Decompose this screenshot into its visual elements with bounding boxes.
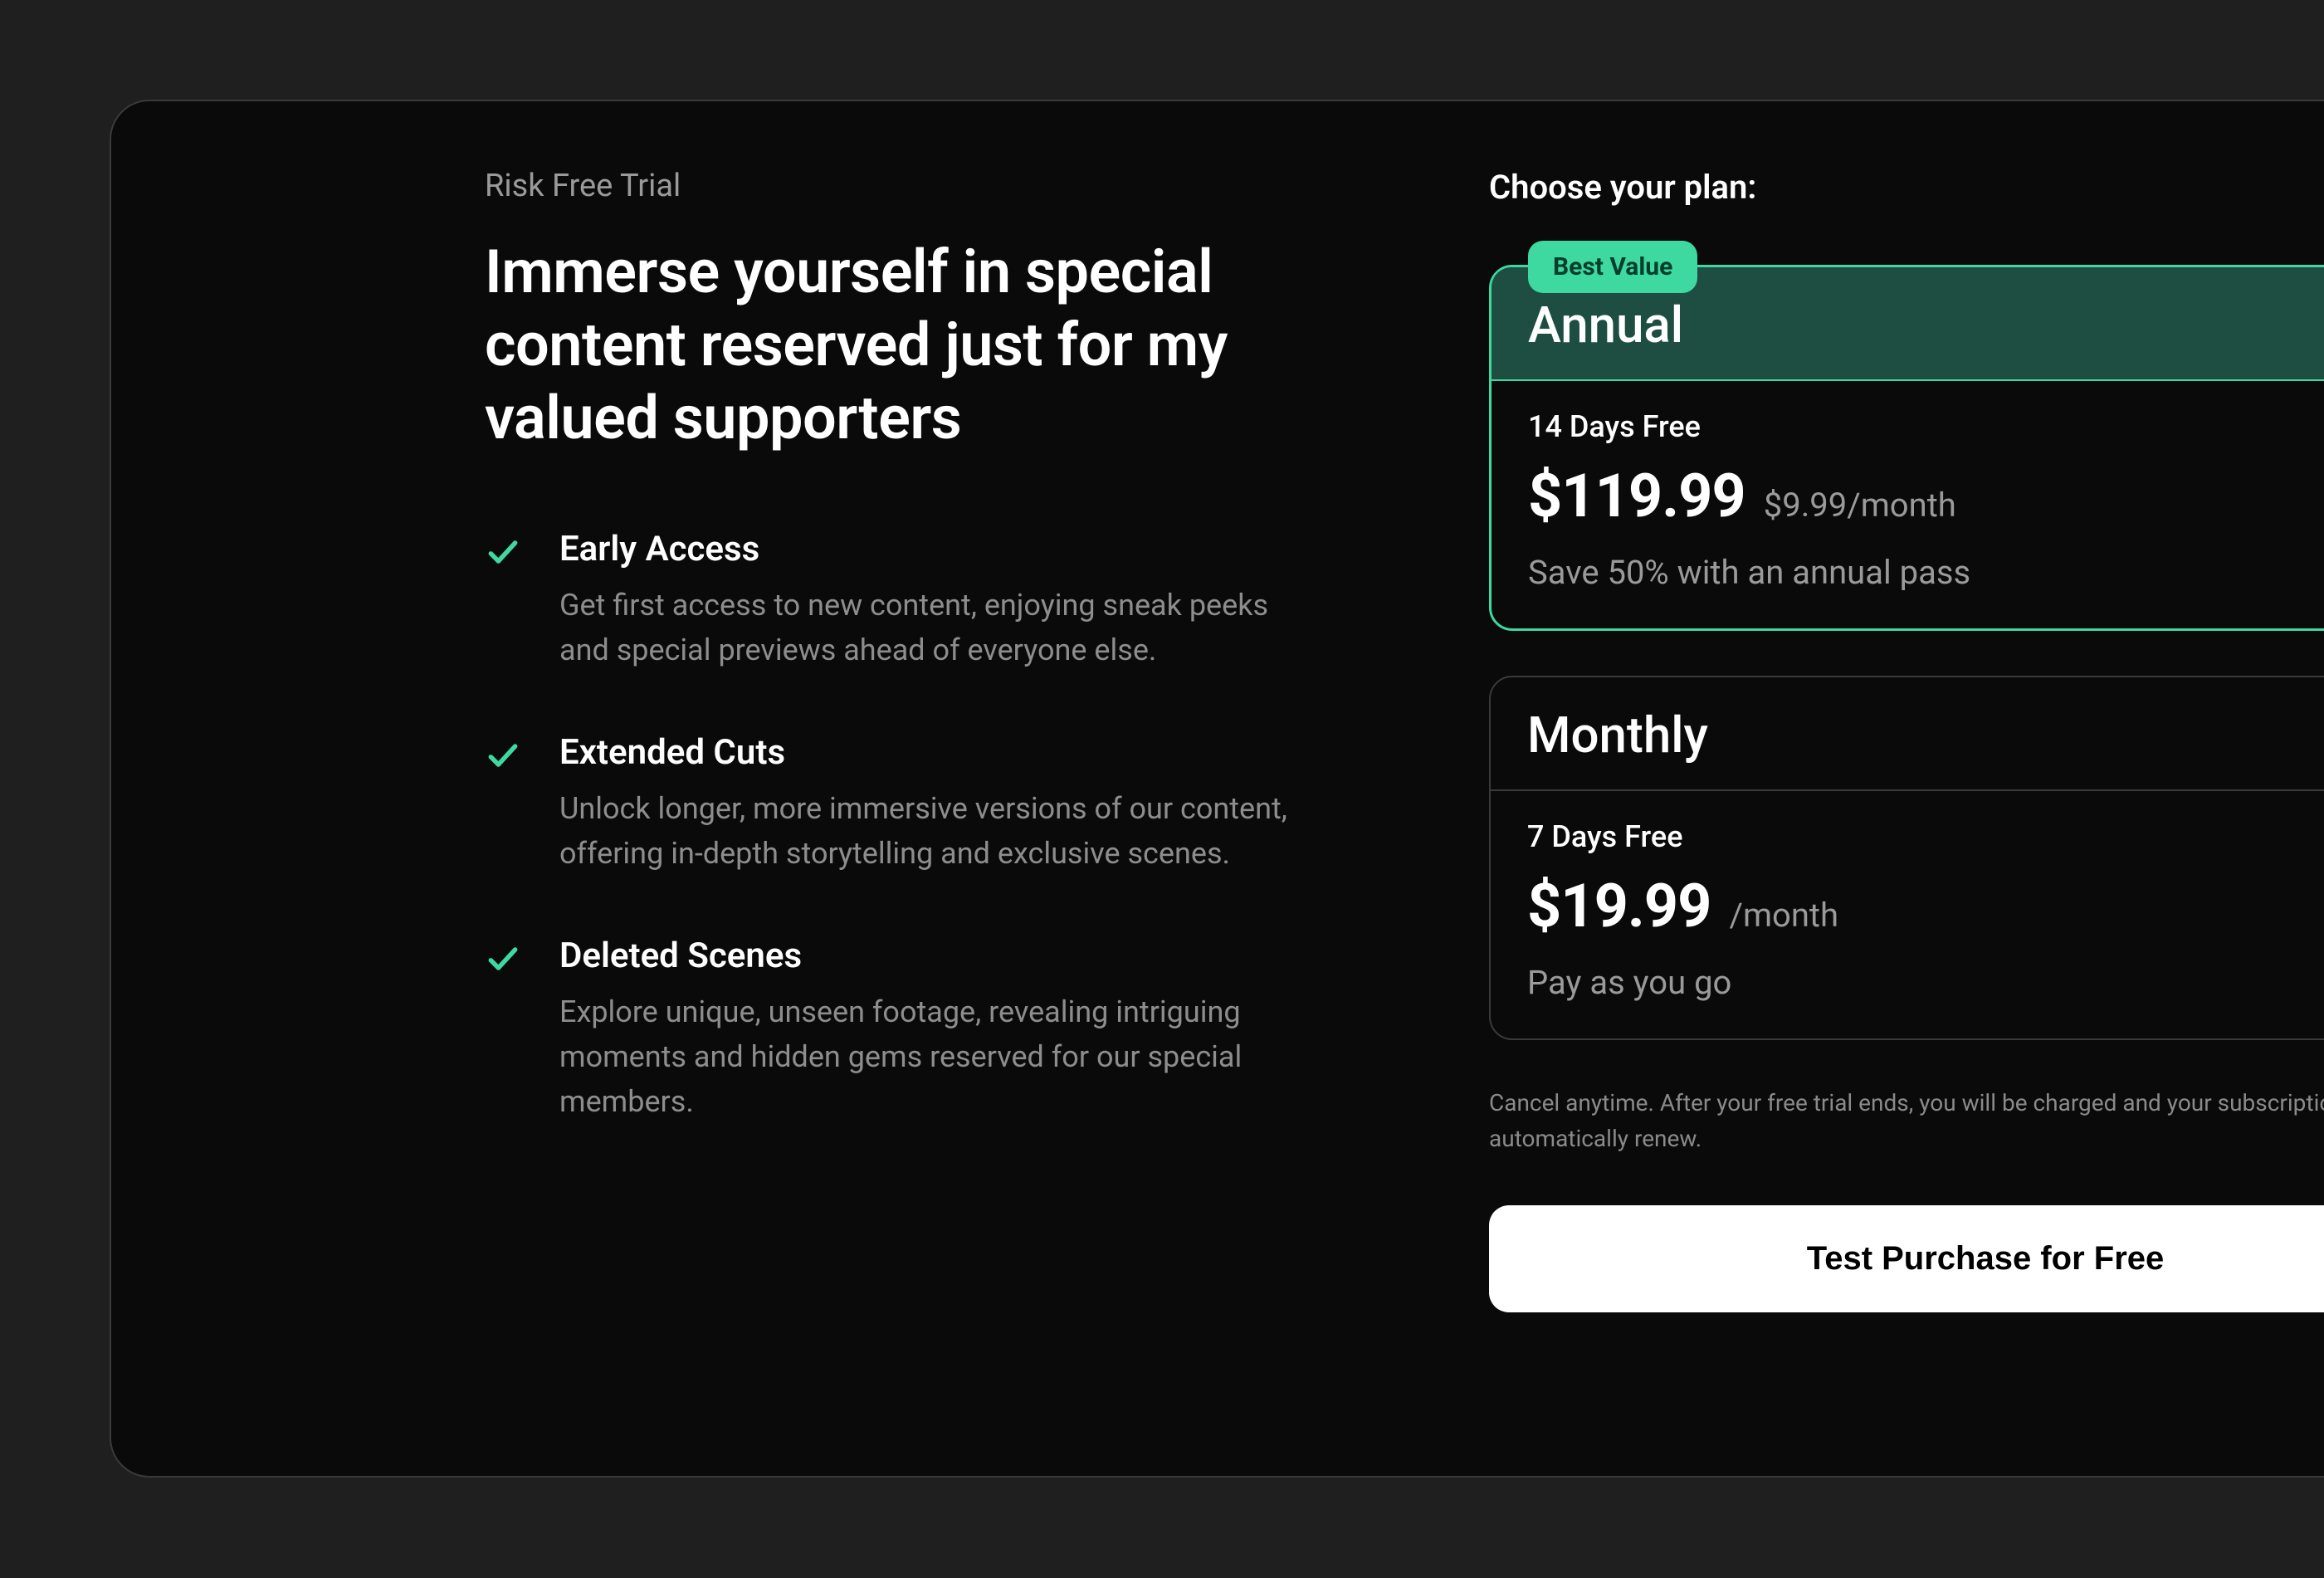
plan-note: Pay as you go (1527, 963, 2324, 1002)
plan-per: $9.99/month (1764, 486, 1956, 525)
plan-price: $119.99 (1528, 461, 1745, 531)
plan-header: Monthly (1491, 677, 2324, 791)
kicker-text: Risk Free Trial (485, 168, 1389, 204)
plan-column: Choose your plan: Best Value Annual 14 D… (1489, 168, 2324, 1409)
disclaimer-text: Cancel anytime. After your free trial en… (1489, 1085, 2324, 1157)
plan-body: 7 Days Free $19.99 /month Pay as you go (1491, 791, 2324, 1038)
feature-list: Early Access Get first access to new con… (485, 529, 1389, 1124)
feature-item: Early Access Get first access to new con… (485, 529, 1389, 672)
choose-plan-label: Choose your plan: (1489, 168, 2324, 207)
plan-option-monthly[interactable]: Monthly 7 Days Free $19.99 /month Pay as… (1489, 676, 2324, 1040)
pricing-card: Risk Free Trial Immerse yourself in spec… (110, 100, 2324, 1478)
plan-body: 14 Days Free $119.99 $9.99/month Save 50… (1492, 381, 2324, 628)
feature-title: Deleted Scenes (559, 936, 1323, 976)
feature-desc: Get first access to new content, enjoyin… (559, 583, 1323, 672)
feature-desc: Explore unique, unseen footage, revealin… (559, 989, 1323, 1124)
check-icon (485, 940, 521, 977)
plan-price-row: $19.99 /month (1527, 871, 2324, 941)
plan-price: $19.99 (1527, 871, 1711, 941)
marketing-column: Risk Free Trial Immerse yourself in spec… (485, 168, 1389, 1409)
headline-text: Immerse yourself in special content rese… (485, 236, 1232, 454)
check-icon (485, 737, 521, 774)
plan-name: Monthly (1527, 706, 2324, 765)
check-icon (485, 534, 521, 570)
feature-item: Extended Cuts Unlock longer, more immers… (485, 732, 1389, 876)
feature-title: Early Access (559, 529, 1323, 569)
plan-option-annual[interactable]: Best Value Annual 14 Days Free $119.99 $… (1489, 265, 2324, 631)
feature-text: Deleted Scenes Explore unique, unseen fo… (559, 936, 1323, 1124)
plan-note: Save 50% with an annual pass (1528, 553, 2324, 592)
best-value-badge: Best Value (1528, 241, 1697, 293)
feature-desc: Unlock longer, more immersive versions o… (559, 786, 1323, 876)
plan-per: /month (1729, 896, 1838, 935)
test-purchase-button[interactable]: Test Purchase for Free (1489, 1205, 2324, 1312)
plan-trial: 7 Days Free (1527, 819, 2324, 854)
feature-text: Extended Cuts Unlock longer, more immers… (559, 732, 1323, 876)
feature-item: Deleted Scenes Explore unique, unseen fo… (485, 936, 1389, 1124)
feature-text: Early Access Get first access to new con… (559, 529, 1323, 672)
feature-title: Extended Cuts (559, 732, 1323, 773)
plan-price-row: $119.99 $9.99/month (1528, 461, 2324, 531)
plan-name: Annual (1528, 296, 2324, 354)
plan-trial: 14 Days Free (1528, 409, 2324, 444)
